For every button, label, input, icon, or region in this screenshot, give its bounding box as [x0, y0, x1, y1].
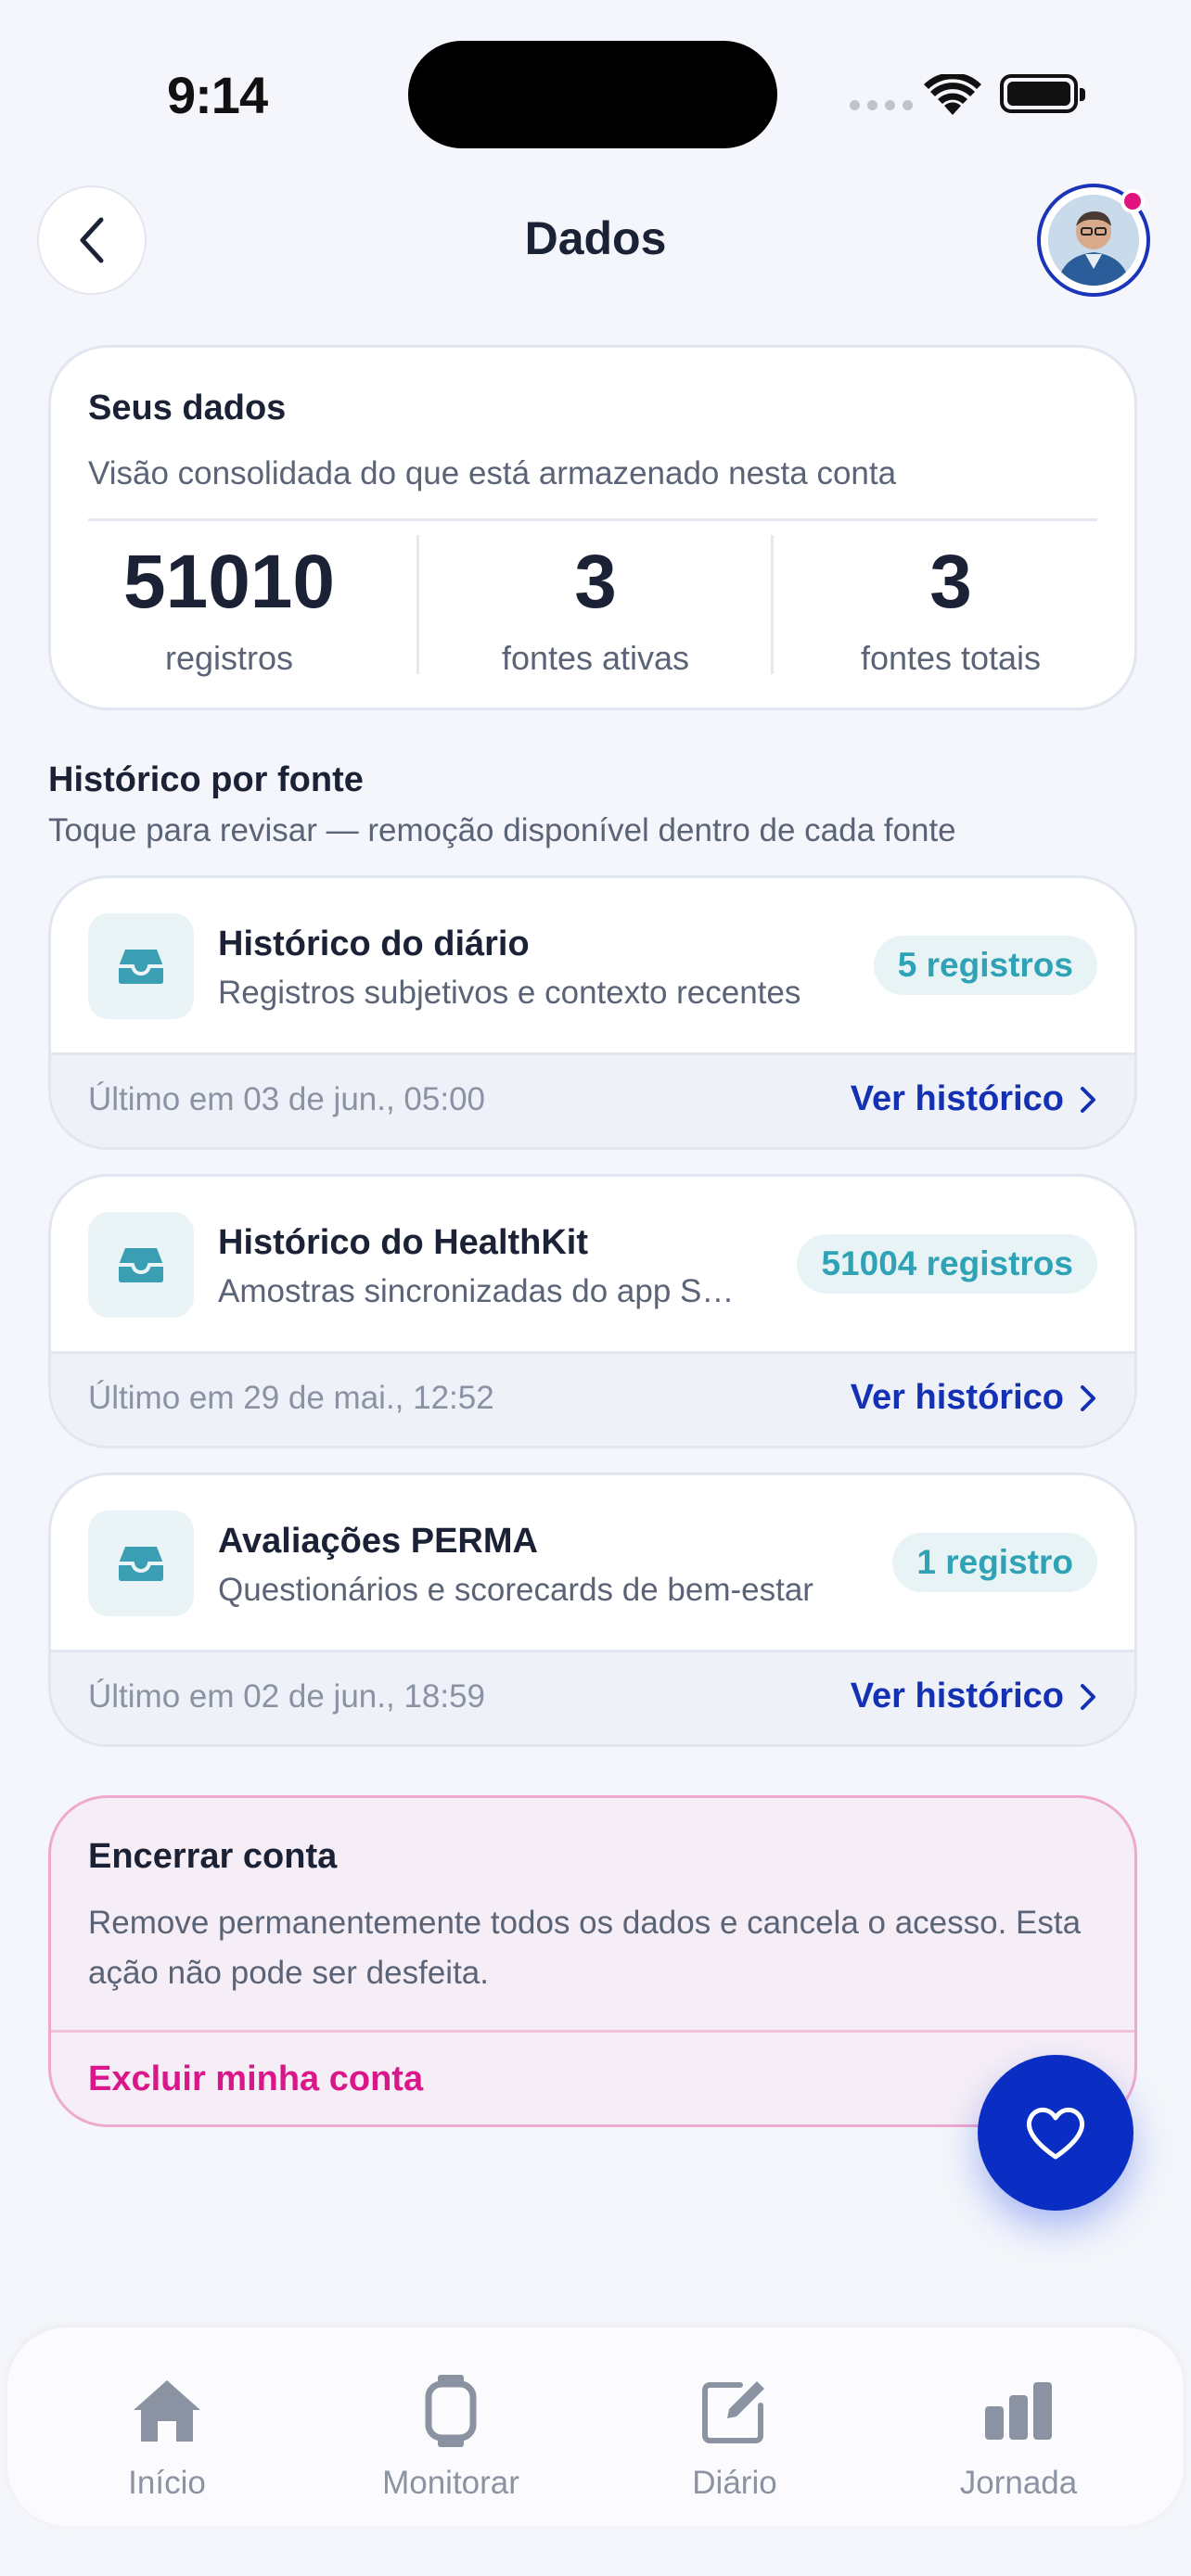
view-history-link[interactable]: Ver histórico: [851, 1677, 1097, 1716]
source-footer: Último em 29 de mai., 12:52 Ver históric…: [51, 1351, 1134, 1446]
inbox-tray-icon: [119, 1248, 163, 1282]
view-history-label: Ver histórico: [850, 1378, 1064, 1417]
view-history-label: Ver histórico: [850, 1677, 1064, 1715]
delete-account-button[interactable]: Excluir minha conta: [88, 2060, 423, 2099]
close-account-card: Encerrar conta Remove permanentemente to…: [48, 1795, 1137, 2127]
stat-label: fontes totais: [860, 639, 1042, 677]
source-icon-tile: [88, 913, 194, 1019]
summary-divider: [88, 518, 1097, 521]
source-description: Questionários e scorecards de bem-estar: [218, 1572, 813, 1608]
last-updated-text: Último em 02 de jun., 18:59: [88, 1678, 486, 1715]
chevron-right-icon: [1081, 1384, 1095, 1411]
tab-label: Início: [128, 2465, 206, 2501]
source-card-healthkit[interactable]: Histórico do HealthKit Amostras sincroni…: [48, 1174, 1137, 1448]
tab-diario[interactable]: Diário: [633, 2374, 837, 2502]
source-title: Histórico do HealthKit: [218, 1223, 589, 1262]
heart-icon: [1026, 2107, 1085, 2160]
stat-value: 3: [929, 540, 972, 624]
stat-value: 3: [574, 540, 617, 624]
history-section-subtitle: Toque para revisar — remoção disponível …: [48, 812, 956, 848]
edit-icon: [702, 2381, 764, 2443]
bottom-tab-bar: Início Monitorar Diário Jornada: [7, 2327, 1184, 2526]
tab-jornada[interactable]: Jornada: [916, 2374, 1121, 2502]
stat-label: fontes ativas: [501, 639, 690, 677]
stat-records: 51010 registros: [51, 533, 407, 691]
inbox-tray-icon: [119, 1547, 163, 1581]
view-history-link[interactable]: Ver histórico: [851, 1079, 1097, 1119]
tab-label: Monitorar: [382, 2465, 519, 2501]
view-history-link[interactable]: Ver histórico: [851, 1378, 1097, 1418]
record-count-badge: 5 registros: [873, 936, 1097, 995]
source-icon-tile: [88, 1212, 194, 1318]
tab-inicio[interactable]: Início: [65, 2374, 269, 2502]
source-footer: Último em 03 de jun., 05:00 Ver históric…: [51, 1052, 1134, 1147]
watch-icon: [425, 2375, 477, 2447]
tab-label: Diário: [692, 2465, 777, 2501]
chevron-right-icon: [1081, 1683, 1095, 1710]
battery-icon: [1000, 74, 1085, 113]
tab-monitorar[interactable]: Monitorar: [349, 2374, 553, 2502]
source-icon-tile: [88, 1511, 194, 1616]
view-history-label: Ver histórico: [850, 1079, 1064, 1118]
source-title: Avaliações PERMA: [218, 1522, 538, 1561]
close-account-divider: [51, 2030, 1134, 2033]
chevron-right-icon: [1081, 1086, 1095, 1113]
source-card-perma[interactable]: Avaliações PERMA Questionários e scoreca…: [48, 1473, 1137, 1747]
data-summary-card: Seus dados Visão consolidada do que está…: [48, 345, 1137, 710]
source-card-diary[interactable]: Histórico do diário Registros subjetivos…: [48, 875, 1137, 1150]
last-updated-text: Último em 03 de jun., 05:00: [88, 1081, 486, 1117]
close-account-heading: Encerrar conta: [88, 1837, 338, 1876]
inbox-tray-icon: [119, 950, 163, 984]
history-section-title: Histórico por fonte: [48, 760, 364, 799]
source-description: Registros subjetivos e contexto recentes: [218, 975, 801, 1011]
tab-label: Jornada: [959, 2465, 1078, 2501]
source-footer: Último em 02 de jun., 18:59 Ver históric…: [51, 1650, 1134, 1744]
wifi-icon: [924, 74, 981, 115]
stat-label: registros: [164, 639, 294, 677]
last-updated-text: Último em 29 de mai., 12:52: [88, 1380, 494, 1416]
source-description: Amostras sincronizadas do app Saúde: [218, 1273, 737, 1309]
favorite-fab-button[interactable]: [978, 2055, 1133, 2211]
status-time: 9:14: [167, 66, 268, 124]
record-count-badge: 1 registro: [892, 1533, 1097, 1592]
stat-active-sources: 3 fontes ativas: [417, 533, 774, 691]
home-icon: [134, 2380, 200, 2442]
status-bar: 9:14: [0, 0, 1191, 176]
page-title: Dados: [524, 212, 667, 264]
record-count-badge: 51004 registros: [797, 1234, 1097, 1294]
stat-value: 51010: [122, 540, 336, 624]
summary-subtitle: Visão consolidada do que está armazenado…: [88, 455, 897, 491]
cellular-signal-icon: [850, 100, 913, 110]
stat-total-sources: 3 fontes totais: [773, 533, 1129, 691]
summary-heading: Seus dados: [88, 389, 287, 427]
bar-chart-icon: [985, 2382, 1052, 2440]
close-account-description: Remove permanentemente todos os dados e …: [88, 1905, 1082, 1991]
notification-dot: [1121, 189, 1145, 213]
source-title: Histórico do diário: [218, 925, 530, 963]
dynamic-island: [408, 41, 777, 148]
